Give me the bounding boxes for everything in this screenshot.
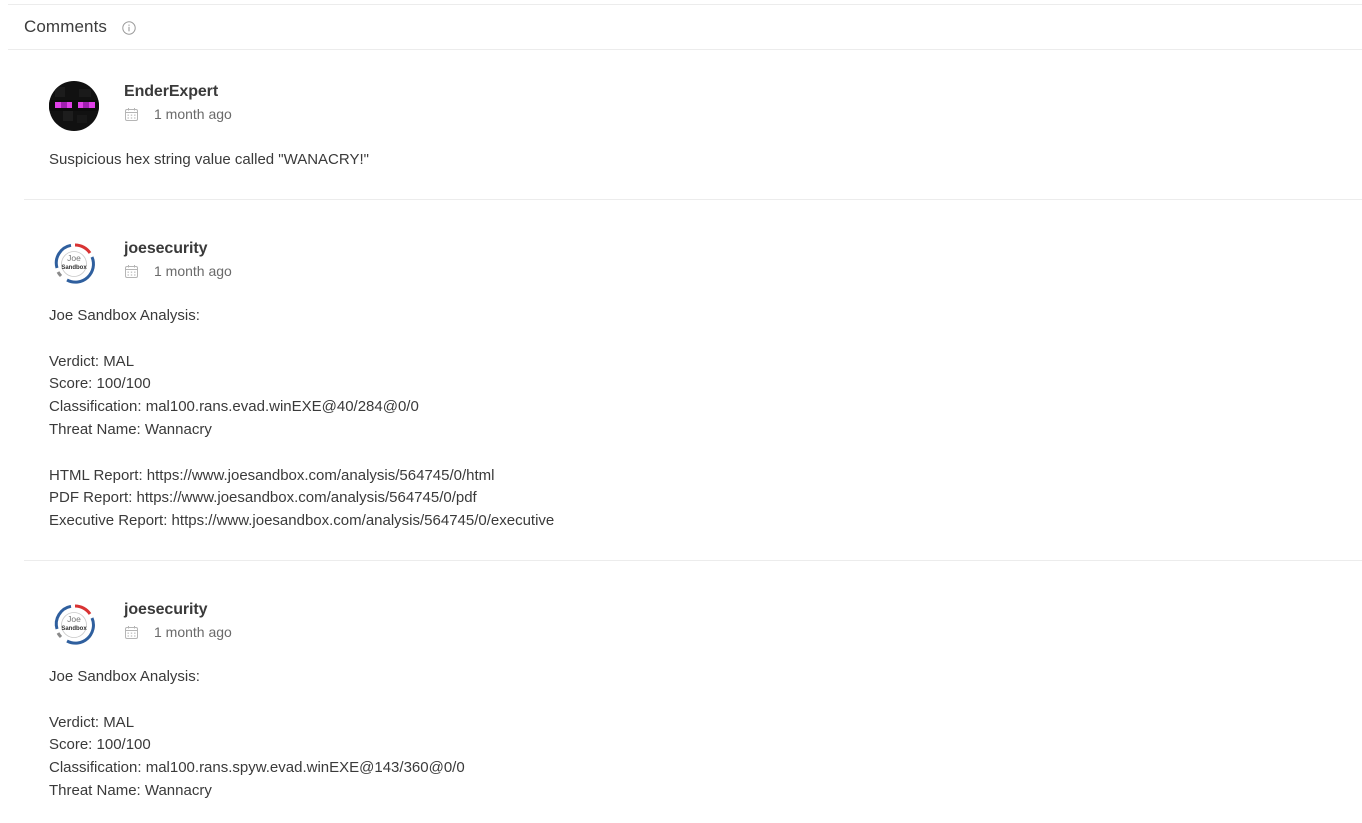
calendar-icon bbox=[124, 264, 139, 279]
comment-date: 1 month ago bbox=[154, 106, 232, 122]
comments-header: Comments bbox=[8, 5, 1362, 50]
comments-title: Comments bbox=[24, 17, 107, 36]
comment-header: Joe Sandbox joesecurity 1 month ago bbox=[24, 200, 1362, 288]
comment-header: Joe Sandbox joesecurity 1 month ago bbox=[24, 561, 1362, 649]
info-icon[interactable] bbox=[122, 21, 136, 35]
comment-list: EnderExpert 1 month ago Suspicious hex s… bbox=[8, 50, 1362, 823]
comments-panel: Comments EnderExpert 1 month ago Suspici… bbox=[8, 4, 1362, 823]
joe-sandbox-logo[interactable]: Joe Sandbox bbox=[49, 599, 99, 649]
comment-meta: joesecurity 1 month ago bbox=[124, 599, 232, 640]
logo-text-bottom: Sandbox bbox=[61, 265, 87, 271]
comment-item: Joe Sandbox joesecurity 1 month ago Joe … bbox=[24, 200, 1362, 561]
joe-sandbox-logo[interactable]: Joe Sandbox bbox=[49, 238, 99, 288]
comment-body: Suspicious hex string value called "WANA… bbox=[49, 151, 369, 168]
comment-body: Joe Sandbox Analysis: Verdict: MAL Score… bbox=[49, 307, 555, 530]
comment-author[interactable]: joesecurity bbox=[124, 600, 232, 620]
logo-text-top: Joe bbox=[67, 253, 81, 263]
enderman-avatar[interactable] bbox=[49, 81, 99, 131]
comment-body: Joe Sandbox Analysis: Verdict: MAL Score… bbox=[49, 668, 465, 799]
comment-date: 1 month ago bbox=[154, 263, 232, 279]
comment-item: Joe Sandbox joesecurity 1 month ago Joe … bbox=[24, 561, 1362, 823]
comment-author[interactable]: EnderExpert bbox=[124, 82, 232, 102]
comment-author[interactable]: joesecurity bbox=[124, 239, 232, 259]
comment-date-row: 1 month ago bbox=[124, 624, 232, 640]
logo-text-top: Joe bbox=[67, 614, 81, 624]
comment-item: EnderExpert 1 month ago Suspicious hex s… bbox=[24, 50, 1362, 200]
comment-header: EnderExpert 1 month ago bbox=[24, 50, 1362, 131]
comment-meta: joesecurity 1 month ago bbox=[124, 238, 232, 279]
comment-date-row: 1 month ago bbox=[124, 263, 232, 279]
logo-text-bottom: Sandbox bbox=[61, 626, 87, 632]
comment-date: 1 month ago bbox=[154, 624, 232, 640]
calendar-icon bbox=[124, 107, 139, 122]
comment-date-row: 1 month ago bbox=[124, 106, 232, 122]
comment-meta: EnderExpert 1 month ago bbox=[124, 81, 232, 122]
calendar-icon bbox=[124, 625, 139, 640]
